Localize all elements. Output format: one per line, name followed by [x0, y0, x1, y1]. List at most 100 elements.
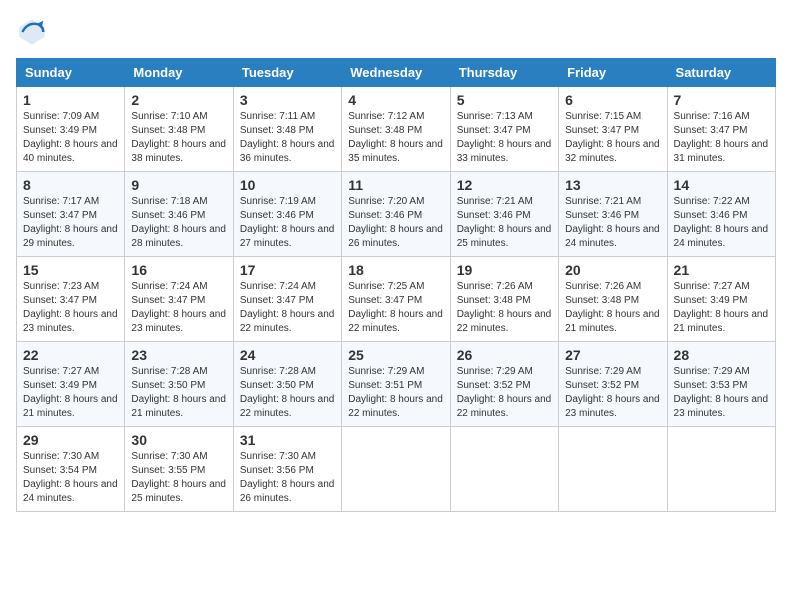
calendar-cell: 4 Sunrise: 7:12 AMSunset: 3:48 PMDaylight…	[342, 87, 450, 172]
day-number: 26	[457, 347, 552, 363]
day-number: 19	[457, 262, 552, 278]
calendar-cell: 12Sunrise: 7:21 AMSunset: 3:46 PMDayligh…	[450, 172, 558, 257]
cell-content: Sunrise: 7:29 AMSunset: 3:53 PMDaylight:…	[674, 365, 769, 421]
cell-content: Sunrise: 7:27 AMSunset: 3:49 PMDaylight:…	[674, 280, 769, 336]
day-number: 30	[131, 432, 226, 448]
calendar-cell: 11Sunrise: 7:20 AMSunset: 3:46 PMDayligh…	[342, 172, 450, 257]
header-row: SundayMondayTuesdayWednesdayThursdayFrid…	[17, 59, 776, 87]
day-number: 21	[674, 262, 769, 278]
calendar-cell: 15 Sunrise: 7:23 AMSunset: 3:47 PMDayligh…	[17, 257, 125, 342]
day-number: 2	[131, 92, 226, 108]
cell-content: Sunrise: 7:29 AMSunset: 3:52 PMDaylight:…	[565, 365, 660, 421]
cell-content: Sunrise: 7:24 AMSunset: 3:47 PMDaylight:…	[131, 280, 226, 336]
calendar-cell: 6 Sunrise: 7:15 AMSunset: 3:47 PMDaylight…	[559, 87, 667, 172]
calendar-cell	[342, 427, 450, 512]
day-number: 6	[565, 92, 660, 108]
day-number: 25	[348, 347, 443, 363]
calendar-cell: 7 Sunrise: 7:16 AMSunset: 3:47 PMDaylight…	[667, 87, 775, 172]
day-number: 17	[240, 262, 335, 278]
calendar-cell: 9 Sunrise: 7:18 AMSunset: 3:46 PMDaylight…	[125, 172, 233, 257]
cell-content: Sunrise: 7:26 AMSunset: 3:48 PMDaylight:…	[565, 280, 660, 336]
calendar-cell: 28 Sunrise: 7:29 AMSunset: 3:53 PMDayligh…	[667, 342, 775, 427]
logo-icon	[16, 16, 48, 48]
cell-content: Sunrise: 7:28 AMSunset: 3:50 PMDaylight:…	[240, 365, 335, 421]
calendar-cell: 16 Sunrise: 7:24 AMSunset: 3:47 PMDayligh…	[125, 257, 233, 342]
day-number: 4	[348, 92, 443, 108]
week-row-5: 29 Sunrise: 7:30 AMSunset: 3:54 PMDayligh…	[17, 427, 776, 512]
logo	[16, 16, 52, 48]
cell-content: Sunrise: 7:30 AMSunset: 3:54 PMDaylight:…	[23, 450, 118, 506]
day-number: 1	[23, 92, 118, 108]
calendar-cell: 23Sunrise: 7:28 AMSunset: 3:50 PMDayligh…	[125, 342, 233, 427]
header-wednesday: Wednesday	[342, 59, 450, 87]
calendar-cell	[450, 427, 558, 512]
day-number: 12	[457, 177, 552, 193]
day-number: 24	[240, 347, 335, 363]
header-tuesday: Tuesday	[233, 59, 341, 87]
day-number: 7	[674, 92, 769, 108]
cell-content: Sunrise: 7:23 AMSunset: 3:47 PMDaylight:…	[23, 280, 118, 336]
cell-content: Sunrise: 7:13 AMSunset: 3:47 PMDaylight:…	[457, 110, 552, 166]
cell-content: Sunrise: 7:15 AMSunset: 3:47 PMDaylight:…	[565, 110, 660, 166]
cell-content: Sunrise: 7:26 AMSunset: 3:48 PMDaylight:…	[457, 280, 552, 336]
cell-content: Sunrise: 7:11 AMSunset: 3:48 PMDaylight:…	[240, 110, 335, 166]
week-row-1: 1Sunrise: 7:09 AMSunset: 3:49 PMDaylight…	[17, 87, 776, 172]
day-number: 8	[23, 177, 118, 193]
calendar-cell: 27 Sunrise: 7:29 AMSunset: 3:52 PMDayligh…	[559, 342, 667, 427]
calendar-cell: 1Sunrise: 7:09 AMSunset: 3:49 PMDaylight…	[17, 87, 125, 172]
cell-content: Sunrise: 7:10 AMSunset: 3:48 PMDaylight:…	[131, 110, 226, 166]
calendar-cell: 29 Sunrise: 7:30 AMSunset: 3:54 PMDayligh…	[17, 427, 125, 512]
calendar-cell: 25 Sunrise: 7:29 AMSunset: 3:51 PMDayligh…	[342, 342, 450, 427]
week-row-2: 8 Sunrise: 7:17 AMSunset: 3:47 PMDaylight…	[17, 172, 776, 257]
calendar-body: 1Sunrise: 7:09 AMSunset: 3:49 PMDaylight…	[17, 87, 776, 512]
calendar-cell: 20Sunrise: 7:26 AMSunset: 3:48 PMDayligh…	[559, 257, 667, 342]
cell-content: Sunrise: 7:21 AMSunset: 3:46 PMDaylight:…	[565, 195, 660, 251]
cell-content: Sunrise: 7:24 AMSunset: 3:47 PMDaylight:…	[240, 280, 335, 336]
day-number: 29	[23, 432, 118, 448]
day-number: 18	[348, 262, 443, 278]
calendar-cell: 21 Sunrise: 7:27 AMSunset: 3:49 PMDayligh…	[667, 257, 775, 342]
day-number: 16	[131, 262, 226, 278]
header-friday: Friday	[559, 59, 667, 87]
calendar-cell: 5 Sunrise: 7:13 AMSunset: 3:47 PMDaylight…	[450, 87, 558, 172]
day-number: 9	[131, 177, 226, 193]
calendar-cell: 31 Sunrise: 7:30 AMSunset: 3:56 PMDayligh…	[233, 427, 341, 512]
calendar-cell: 8 Sunrise: 7:17 AMSunset: 3:47 PMDaylight…	[17, 172, 125, 257]
calendar-cell	[559, 427, 667, 512]
cell-content: Sunrise: 7:29 AMSunset: 3:51 PMDaylight:…	[348, 365, 443, 421]
calendar-cell: 18Sunrise: 7:25 AMSunset: 3:47 PMDayligh…	[342, 257, 450, 342]
day-number: 15	[23, 262, 118, 278]
calendar-cell: 10Sunrise: 7:19 AMSunset: 3:46 PMDayligh…	[233, 172, 341, 257]
cell-content: Sunrise: 7:20 AMSunset: 3:46 PMDaylight:…	[348, 195, 443, 251]
calendar-cell: 19 Sunrise: 7:26 AMSunset: 3:48 PMDayligh…	[450, 257, 558, 342]
calendar-cell: 26Sunrise: 7:29 AMSunset: 3:52 PMDayligh…	[450, 342, 558, 427]
day-number: 28	[674, 347, 769, 363]
calendar-cell: 2 Sunrise: 7:10 AMSunset: 3:48 PMDaylight…	[125, 87, 233, 172]
cell-content: Sunrise: 7:16 AMSunset: 3:47 PMDaylight:…	[674, 110, 769, 166]
calendar-header: SundayMondayTuesdayWednesdayThursdayFrid…	[17, 59, 776, 87]
header-sunday: Sunday	[17, 59, 125, 87]
day-number: 5	[457, 92, 552, 108]
calendar-cell: 30Sunrise: 7:30 AMSunset: 3:55 PMDayligh…	[125, 427, 233, 512]
calendar-cell: 13 Sunrise: 7:21 AMSunset: 3:46 PMDayligh…	[559, 172, 667, 257]
day-number: 23	[131, 347, 226, 363]
calendar-table: SundayMondayTuesdayWednesdayThursdayFrid…	[16, 58, 776, 512]
cell-content: Sunrise: 7:17 AMSunset: 3:47 PMDaylight:…	[23, 195, 118, 251]
calendar-cell: 17 Sunrise: 7:24 AMSunset: 3:47 PMDayligh…	[233, 257, 341, 342]
day-number: 27	[565, 347, 660, 363]
day-number: 13	[565, 177, 660, 193]
day-number: 31	[240, 432, 335, 448]
calendar-cell: 22Sunrise: 7:27 AMSunset: 3:49 PMDayligh…	[17, 342, 125, 427]
calendar-cell	[667, 427, 775, 512]
page-header	[16, 16, 776, 48]
header-thursday: Thursday	[450, 59, 558, 87]
cell-content: Sunrise: 7:12 AMSunset: 3:48 PMDaylight:…	[348, 110, 443, 166]
cell-content: Sunrise: 7:18 AMSunset: 3:46 PMDaylight:…	[131, 195, 226, 251]
week-row-3: 15 Sunrise: 7:23 AMSunset: 3:47 PMDayligh…	[17, 257, 776, 342]
calendar-cell: 24 Sunrise: 7:28 AMSunset: 3:50 PMDayligh…	[233, 342, 341, 427]
cell-content: Sunrise: 7:30 AMSunset: 3:56 PMDaylight:…	[240, 450, 335, 506]
cell-content: Sunrise: 7:27 AMSunset: 3:49 PMDaylight:…	[23, 365, 118, 421]
calendar-cell: 14Sunrise: 7:22 AMSunset: 3:46 PMDayligh…	[667, 172, 775, 257]
day-number: 3	[240, 92, 335, 108]
day-number: 10	[240, 177, 335, 193]
